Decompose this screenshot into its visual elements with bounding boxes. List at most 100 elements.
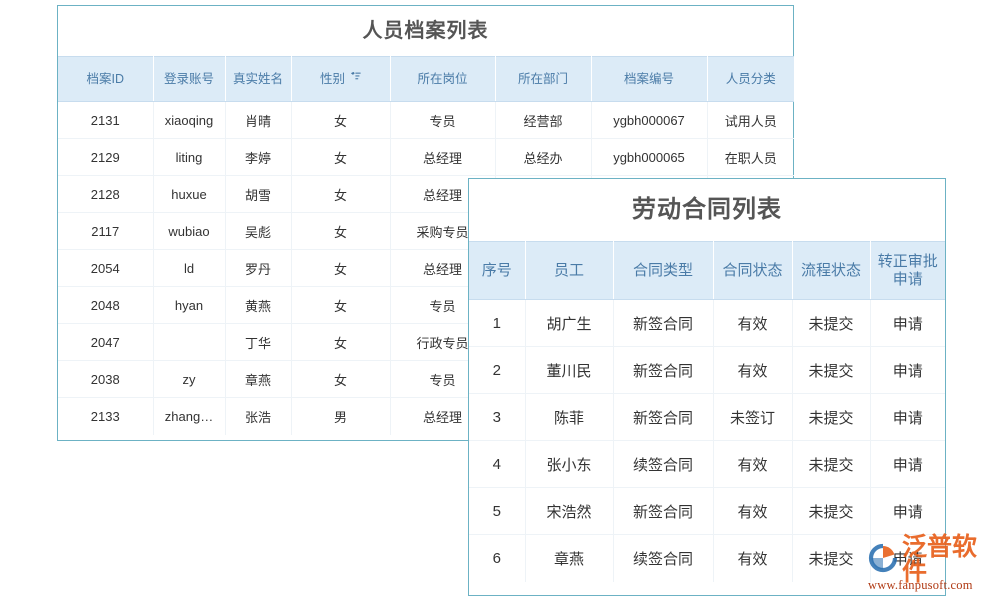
apply-link[interactable]: 申请 [870, 299, 945, 347]
cell-real-name[interactable]: 李婷 [225, 138, 292, 176]
cell-archive-id: 2054 [58, 249, 154, 287]
column-header-post[interactable]: 所在岗位 [390, 56, 496, 102]
column-header-label: 所在岗位 [417, 71, 468, 86]
cell-seq: 5 [469, 487, 526, 535]
column-header-label: 档案编号 [623, 71, 674, 86]
table-row[interactable]: 5 宋浩然 新签合同 有效 未提交 申请 [469, 487, 945, 535]
cell-employee[interactable]: 章燕 [525, 534, 614, 582]
cell-contract-type: 新签合同 [613, 393, 714, 441]
cell-flow-status: 未提交 [792, 534, 871, 582]
cell-real-name[interactable]: 章燕 [225, 360, 292, 398]
table-row[interactable]: 3 陈菲 新签合同 未签订 未提交 申请 [469, 393, 945, 441]
cell-archive-code: ygbh000067 [591, 101, 708, 139]
cell-archive-id: 2131 [58, 101, 154, 139]
cell-seq: 2 [469, 346, 526, 394]
cell-employee[interactable]: 宋浩然 [525, 487, 614, 535]
cell-employee[interactable]: 张小东 [525, 440, 614, 488]
cell-employee[interactable]: 胡广生 [525, 299, 614, 347]
cell-contract-type: 新签合同 [613, 487, 714, 535]
cell-login-account: huxue [153, 175, 226, 213]
column-header-contract-type[interactable]: 合同类型 [613, 241, 714, 300]
column-header-label: 员工 [553, 261, 584, 279]
column-header-contract-status[interactable]: 合同状态 [713, 241, 793, 300]
apply-link[interactable]: 申请 [870, 535, 945, 582]
cell-contract-status: 有效 [713, 487, 793, 535]
column-header-real-name[interactable]: 真实姓名 [225, 56, 292, 102]
cell-real-name[interactable]: 肖晴 [225, 101, 292, 139]
cell-flow-status: 未提交 [792, 440, 871, 488]
labour-contract-title: 劳动合同列表 [469, 179, 945, 241]
cell-contract-type: 新签合同 [613, 346, 714, 394]
column-header-employee[interactable]: 员工 [525, 241, 614, 300]
cell-login-account: zhang… [153, 397, 226, 435]
cell-employee[interactable]: 董川民 [525, 346, 614, 394]
cell-archive-id: 2048 [58, 286, 154, 324]
cell-gender: 男 [291, 397, 391, 435]
table-row[interactable]: 2129 liting 李婷 女 总经理 总经办 ygbh000065 在职人员 [58, 138, 794, 176]
column-header-label: 人员分类 [725, 71, 776, 86]
cell-login-account [153, 323, 226, 361]
column-header-personnel-category[interactable]: 人员分类 [707, 56, 794, 102]
apply-link[interactable]: 申请 [870, 487, 945, 535]
cell-archive-id: 2047 [58, 323, 154, 361]
cell-post: 总经理 [390, 138, 496, 176]
cell-personnel-category: 在职人员 [707, 138, 794, 176]
column-header-label: 所在部门 [517, 71, 568, 86]
column-header-flow-status[interactable]: 流程状态 [792, 241, 871, 300]
column-header-label: 序号 [481, 261, 512, 279]
cell-personnel-category: 试用人员 [707, 101, 794, 139]
cell-post: 专员 [390, 101, 496, 139]
labour-contract-table: 序号 员工 合同类型 合同状态 流程状态 转正审批申请 1 胡广生 新签合同 有… [469, 241, 945, 582]
sort-icon[interactable] [350, 71, 361, 85]
table-row[interactable]: 4 张小东 续签合同 有效 未提交 申请 [469, 440, 945, 488]
column-header-label: 合同类型 [632, 261, 693, 279]
column-header-regularization-approval[interactable]: 转正审批申请 [870, 241, 945, 300]
table-row[interactable]: 1 胡广生 新签合同 有效 未提交 申请 [469, 299, 945, 347]
column-header-archive-id[interactable]: 档案ID [58, 56, 154, 102]
cell-real-name[interactable]: 吴彪 [225, 212, 292, 250]
cell-contract-type: 续签合同 [613, 440, 714, 488]
cell-real-name[interactable]: 罗丹 [225, 249, 292, 287]
table-row[interactable]: 2 董川民 新签合同 有效 未提交 申请 [469, 346, 945, 394]
apply-link[interactable]: 申请 [870, 346, 945, 394]
cell-archive-id: 2117 [58, 212, 154, 250]
cell-login-account: zy [153, 360, 226, 398]
cell-seq: 4 [469, 440, 526, 488]
cell-gender: 女 [291, 175, 391, 213]
cell-gender: 女 [291, 212, 391, 250]
cell-archive-id: 2129 [58, 138, 154, 176]
cell-contract-status: 有效 [713, 299, 793, 347]
cell-department: 经营部 [495, 101, 592, 139]
cell-contract-type: 续签合同 [613, 534, 714, 582]
personnel-archive-title: 人员档案列表 [58, 6, 793, 56]
column-header-label: 档案ID [86, 71, 124, 86]
column-header-label: 真实姓名 [232, 71, 283, 86]
apply-link[interactable]: 申请 [870, 393, 945, 441]
cell-real-name[interactable]: 丁华 [225, 323, 292, 361]
labour-contract-panel: 劳动合同列表 序号 员工 合同类型 合同状态 流程状态 转正审批申请 1 胡广生… [468, 178, 946, 596]
cell-archive-id: 2133 [58, 397, 154, 435]
cell-real-name[interactable]: 黄燕 [225, 286, 292, 324]
cell-flow-status: 未提交 [792, 487, 871, 535]
cell-department: 总经办 [495, 138, 592, 176]
cell-gender: 女 [291, 286, 391, 324]
cell-login-account: ld [153, 249, 226, 287]
column-header-department[interactable]: 所在部门 [495, 56, 592, 102]
table-row[interactable]: 6 章燕 续签合同 有效 未提交 申请 [469, 534, 945, 582]
apply-link[interactable]: 申请 [870, 440, 945, 488]
cell-flow-status: 未提交 [792, 346, 871, 394]
column-header-label: 合同状态 [722, 261, 783, 279]
cell-gender: 女 [291, 323, 391, 361]
column-header-seq[interactable]: 序号 [469, 241, 526, 300]
cell-real-name[interactable]: 胡雪 [225, 175, 292, 213]
column-header-login-account[interactable]: 登录账号 [153, 56, 226, 102]
column-header-label: 性别 [319, 71, 345, 86]
cell-real-name[interactable]: 张浩 [225, 397, 292, 435]
personnel-table-header-row: 档案ID 登录账号 真实姓名 性别 所在岗位 所在部门 档案编号 人员分类 [58, 56, 794, 102]
cell-archive-id: 2128 [58, 175, 154, 213]
table-row[interactable]: 2131 xiaoqing 肖晴 女 专员 经营部 ygbh000067 试用人… [58, 101, 794, 139]
column-header-archive-code[interactable]: 档案编号 [591, 56, 708, 102]
cell-gender: 女 [291, 249, 391, 287]
cell-employee[interactable]: 陈菲 [525, 393, 614, 441]
column-header-gender[interactable]: 性别 [291, 56, 391, 102]
